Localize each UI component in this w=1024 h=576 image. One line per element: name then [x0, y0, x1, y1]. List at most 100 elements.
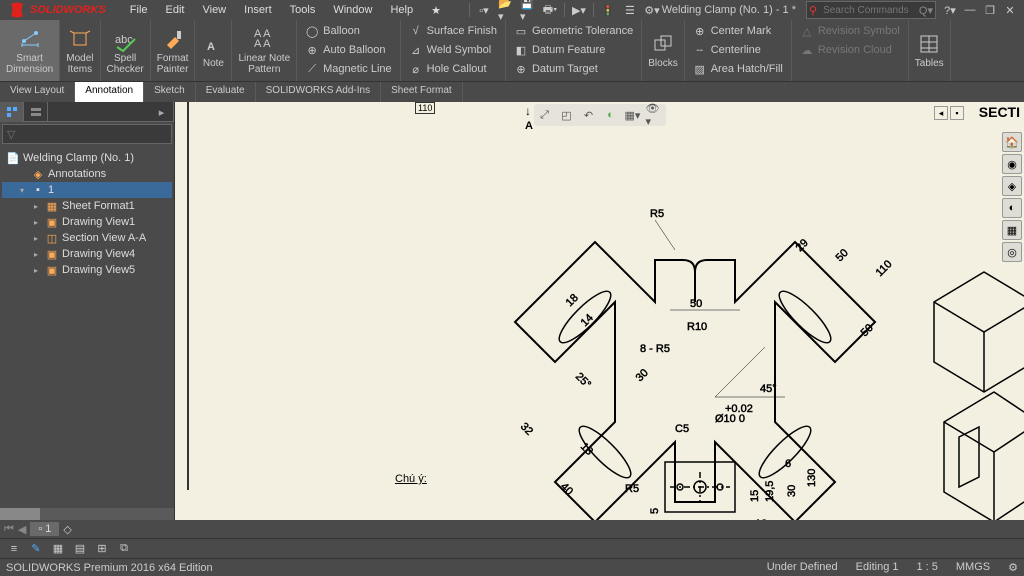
print-icon[interactable]: 🖶▾ [542, 2, 558, 18]
menu-view[interactable]: View [194, 2, 234, 19]
weld-symbol-button[interactable]: ⊿Weld Symbol [409, 41, 492, 59]
tree-view5[interactable]: ▸▣Drawing View5 [2, 262, 172, 278]
restore-icon[interactable]: ❐ [982, 2, 998, 18]
minimize-icon[interactable]: — [962, 2, 978, 18]
linear-note-pattern-button[interactable]: A AA A Linear Note Pattern [232, 20, 297, 81]
new-icon[interactable]: ▫▾ [476, 2, 492, 18]
svg-text:30: 30 [634, 367, 651, 384]
menu-search-icon[interactable]: ★ [423, 2, 449, 19]
feature-tree-tab[interactable] [0, 102, 24, 122]
spell-icon: abc [113, 27, 137, 51]
finish-icon: √ [409, 24, 423, 38]
nav-next[interactable]: ▪ [950, 106, 964, 120]
view-toolbar: ⤢ ◰ ↶ ◐ ▦▾ 👁▾ [534, 104, 666, 126]
balloon-button[interactable]: ◯Balloon [305, 22, 360, 40]
svg-text:45°: 45° [760, 383, 777, 395]
line-format-icon[interactable]: ✎ [28, 541, 44, 557]
prev-view-icon[interactable]: ↶ [580, 106, 598, 124]
menu-help[interactable]: Help [382, 2, 421, 19]
tab-sheet-format[interactable]: Sheet Format [381, 82, 463, 102]
tree-root[interactable]: 📄Welding Clamp (No. 1) [2, 150, 172, 166]
help-icon[interactable]: ?▾ [942, 2, 958, 18]
document-title: Welding Clamp (No. 1) - 1 * [662, 4, 796, 16]
tree-annotations[interactable]: ◈Annotations [2, 166, 172, 182]
hole-callout-button[interactable]: ⌀Hole Callout [409, 60, 487, 78]
sheet-tab-1[interactable]: ▫1 [30, 522, 59, 536]
geo-tolerance-button[interactable]: ▭Geometric Tolerance [514, 22, 633, 40]
menu-edit[interactable]: Edit [158, 2, 193, 19]
status-config-icon[interactable]: ⚙ [1008, 561, 1018, 574]
nav-prev[interactable]: ◂ [934, 106, 948, 120]
rev-cloud-button[interactable]: ☁Revision Cloud [800, 41, 892, 59]
quick-snap-icon[interactable]: ⊞ [94, 541, 110, 557]
search-commands[interactable]: ⚲ Q▾ [806, 1, 936, 19]
menu-window[interactable]: Window [325, 2, 380, 19]
svg-text:18: 18 [564, 292, 581, 309]
status-editing[interactable]: Editing 1 [856, 561, 899, 574]
snap-icon[interactable]: ▤ [72, 541, 88, 557]
line-style-icon[interactable]: ⧉ [116, 541, 132, 557]
tree-sheet-format[interactable]: ▸▦Sheet Format1 [2, 198, 172, 214]
panel-expand[interactable]: ▸ [150, 102, 174, 122]
datum-feature-button[interactable]: ◧Datum Feature [514, 41, 605, 59]
menu-file[interactable]: File [122, 2, 156, 19]
note-button[interactable]: A Note [195, 20, 232, 81]
drawing-canvas[interactable]: ⤢ ◰ ↶ ◐ ▦▾ 👁▾ 110 ↓A ◂ ▪ SECTI 🏠 ◉ ◈ ◐ ▦… [175, 102, 1024, 520]
tree-view4[interactable]: ▸▣Drawing View4 [2, 246, 172, 262]
blocks-button[interactable]: Blocks [642, 20, 684, 81]
datum-target-button[interactable]: ⊕Datum Target [514, 60, 598, 78]
close-icon[interactable]: ✕ [1002, 2, 1018, 18]
area-hatch-button[interactable]: ▨Area Hatch/Fill [693, 60, 783, 78]
rev-symbol-button[interactable]: △Revision Symbol [800, 22, 900, 40]
tab-evaluate[interactable]: Evaluate [196, 82, 256, 102]
spell-checker-button[interactable]: abc Spell Checker [101, 20, 151, 81]
add-sheet-icon[interactable]: ◇ [63, 523, 71, 536]
model-items-button[interactable]: Model Items [60, 20, 100, 81]
tree-view1[interactable]: ▸▣Drawing View1 [2, 214, 172, 230]
rebuild-icon[interactable]: 🚦 [600, 2, 616, 18]
section-view-icon[interactable]: ◐ [602, 106, 620, 124]
tree-section-view[interactable]: ▸◫Section View A-A [2, 230, 172, 246]
surface-finish-button[interactable]: √Surface Finish [409, 22, 497, 40]
hide-show-icon[interactable]: 👁▾ [646, 106, 664, 124]
smart-dimension-button[interactable]: Smart Dimension [0, 20, 60, 81]
tab-sketch[interactable]: Sketch [144, 82, 196, 102]
sheet-nav-first[interactable]: ⏮ [4, 523, 14, 536]
section-title: SECTI [979, 104, 1020, 120]
finish-group: √Surface Finish ⊿Weld Symbol ⌀Hole Callo… [401, 20, 506, 81]
menu-insert[interactable]: Insert [236, 2, 280, 19]
layer-tool-icon[interactable]: ≡ [6, 541, 22, 557]
status-units[interactable]: MMGS [956, 561, 990, 574]
open-icon[interactable]: 📂▾ [498, 2, 514, 18]
search-go-icon[interactable]: Q▾ [919, 4, 933, 17]
tab-annotation[interactable]: Annotation [75, 82, 144, 102]
display-style-icon[interactable]: ▦▾ [624, 106, 642, 124]
center-mark-button[interactable]: ⊕Center Mark [693, 22, 772, 40]
property-tab[interactable] [24, 102, 48, 122]
select-icon[interactable]: ▶▾ [571, 2, 587, 18]
status-edition: SOLIDWORKS Premium 2016 x64 Edition [6, 562, 213, 574]
magnetic-line-button[interactable]: ⟋Magnetic Line [305, 60, 392, 78]
grid-icon[interactable]: ▦ [50, 541, 66, 557]
zoom-area-icon[interactable]: ◰ [558, 106, 576, 124]
svg-text:5: 5 [649, 508, 661, 514]
format-painter-button[interactable]: Format Painter [151, 20, 196, 81]
settings-icon[interactable]: ⚙▾ [644, 2, 660, 18]
options-icon[interactable]: ☰ [622, 2, 638, 18]
tree-sheet1[interactable]: ▾▪1 [2, 182, 172, 198]
revision-group: △Revision Symbol ☁Revision Cloud [792, 20, 909, 81]
svg-text:40: 40 [558, 481, 575, 498]
save-icon[interactable]: 💾▾ [520, 2, 536, 18]
sheet-nav-prev[interactable]: ◀ [18, 523, 26, 536]
tree-filter[interactable]: ▽ [2, 124, 172, 144]
auto-balloon-button[interactable]: ⊕Auto Balloon [305, 41, 385, 59]
search-input[interactable] [819, 5, 917, 16]
tables-button[interactable]: Tables [909, 20, 951, 81]
tab-view-layout[interactable]: View Layout [0, 82, 75, 102]
tree-scrollbar[interactable] [0, 508, 174, 520]
tab-addins[interactable]: SOLIDWORKS Add-Ins [256, 82, 381, 102]
centerline-button[interactable]: ╌Centerline [693, 41, 761, 59]
menu-tools[interactable]: Tools [282, 2, 324, 19]
status-scale[interactable]: 1 : 5 [916, 561, 937, 574]
zoom-fit-icon[interactable]: ⤢ [536, 106, 554, 124]
